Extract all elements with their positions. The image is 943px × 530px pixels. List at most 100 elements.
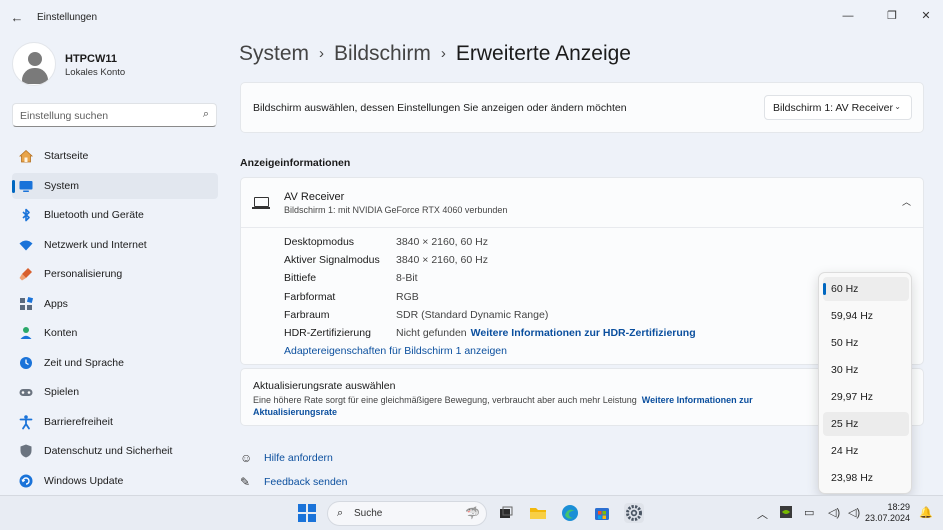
option-label: 23,98 Hz	[831, 472, 874, 484]
sidebar-item-label: Apps	[44, 297, 68, 310]
info-key: Bittiefe	[284, 272, 317, 285]
help-label: Hilfe anfordern	[264, 452, 333, 464]
taskbar-clock[interactable]: 18:29 23.07.2024	[865, 502, 910, 524]
search-input[interactable]	[20, 108, 190, 123]
sidebar-item-zeit-sprache[interactable]: Zeit und Sprache	[12, 350, 218, 376]
update-icon	[18, 473, 34, 489]
windows-logo-icon	[308, 514, 316, 522]
sidebar-item-konten[interactable]: Konten	[12, 320, 218, 346]
chevron-right-icon: ›	[319, 45, 325, 62]
adapter-properties-link[interactable]: Adaptereigenschaften für Bildschirm 1 an…	[284, 345, 507, 357]
globe-clock-icon	[18, 355, 34, 371]
volume-icon[interactable]: ◁)	[828, 506, 840, 519]
sidebar-item-label: Personalisierung	[44, 268, 123, 280]
display-dropdown[interactable]: Bildschirm 1: AV Receiver ⌄	[764, 95, 912, 120]
windows-logo-icon	[298, 514, 306, 522]
bluetooth-icon	[18, 207, 34, 223]
search-icon[interactable]: ⌕	[203, 108, 209, 121]
sidebar-item-label: Spielen	[44, 386, 80, 398]
hdr-info-link[interactable]: Weitere Informationen zur HDR-Zertifizie…	[471, 327, 696, 339]
hdr-status: Nicht gefunden	[396, 326, 467, 339]
display-info-header[interactable]: AV Receiver Bildschirm 1: mit NVIDIA GeF…	[241, 178, 923, 228]
option-label: 50 Hz	[831, 337, 859, 349]
task-view-icon[interactable]	[496, 503, 516, 523]
chevron-down-icon: ⌄	[894, 102, 901, 111]
display-device-connection: Bildschirm 1: mit NVIDIA GeForce RTX 406…	[284, 205, 508, 215]
page-title: Erweiterte Anzeige	[455, 42, 631, 65]
start-button[interactable]	[298, 504, 316, 522]
brush-icon	[18, 266, 34, 282]
display-device-name: AV Receiver	[284, 191, 345, 203]
refresh-option-29-97[interactable]: 29,97 Hz	[823, 385, 909, 409]
settings-search[interactable]: ⌕	[12, 103, 217, 127]
app-title: Einstellungen	[37, 12, 98, 23]
chevron-up-icon[interactable]: ︿	[902, 195, 911, 208]
chevron-right-icon: ›	[440, 45, 446, 62]
option-label: 59,94 Hz	[831, 310, 874, 322]
sidebar-item-label: Netzwerk und Internet	[44, 238, 147, 251]
clock-time: 18:29	[887, 502, 910, 512]
taskbar-search-label: Suche	[354, 508, 383, 519]
file-explorer-icon[interactable]	[528, 503, 548, 523]
sidebar-item-datenschutz[interactable]: Datenschutz und Sicherheit	[12, 438, 218, 464]
option-label: 24 Hz	[831, 445, 859, 457]
profile-name: HTPCW11	[65, 53, 117, 65]
avatar-body-icon	[22, 68, 48, 84]
sidebar-item-personalisierung[interactable]: Personalisierung	[12, 261, 218, 287]
breadcrumb-bildschirm[interactable]: Bildschirm	[334, 42, 431, 65]
sidebar-item-apps[interactable]: Apps	[12, 291, 218, 317]
sidebar-item-system[interactable]: System	[12, 172, 218, 199]
maximize-button[interactable]: ❐	[880, 6, 904, 26]
display-select-label: Bildschirm auswählen, dessen Einstellung…	[253, 102, 627, 114]
sidebar-item-barrierefreiheit[interactable]: Barrierefreiheit	[12, 409, 218, 435]
sidebar-item-network[interactable]: Netzwerk und Internet	[12, 232, 218, 258]
info-value: 3840 × 2160, 60 Hz	[396, 236, 488, 248]
option-label: 60 Hz	[831, 283, 859, 295]
sidebar-item-label: Startseite	[44, 150, 89, 162]
info-key: Farbformat	[284, 290, 336, 303]
accessibility-icon	[18, 414, 34, 430]
refresh-option-59-94[interactable]: 59,94 Hz	[823, 304, 909, 328]
option-label: 29,97 Hz	[831, 391, 874, 403]
search-icon: ⌕	[337, 507, 344, 519]
refresh-option-60[interactable]: 60 Hz	[823, 277, 909, 301]
wifi-icon	[18, 237, 34, 253]
network-icon[interactable]: ▭	[804, 506, 814, 519]
sidebar-item-label: System	[44, 179, 80, 192]
info-key: Farbraum	[284, 308, 330, 321]
sidebar-item-windows-update[interactable]: Windows Update	[12, 468, 218, 494]
feedback-icon: ✎	[240, 475, 251, 489]
settings-gear-icon[interactable]	[624, 503, 644, 523]
chevron-up-icon[interactable]: ︿	[757, 506, 768, 522]
monitor-icon	[252, 197, 270, 209]
refresh-option-50[interactable]: 50 Hz	[823, 331, 909, 355]
sidebar-item-bluetooth[interactable]: Bluetooth und Geräte	[12, 202, 218, 228]
refresh-rate-desc-text: Eine höhere Rate sorgt für eine gleichmä…	[253, 395, 637, 405]
refresh-rate-description: Eine höhere Rate sorgt für eine gleichmä…	[253, 394, 773, 418]
refresh-option-24[interactable]: 24 Hz	[823, 439, 909, 463]
back-button[interactable]: ←	[8, 9, 26, 27]
display-dropdown-value: Bildschirm 1: AV Receiver	[773, 102, 894, 114]
edge-browser-icon[interactable]	[560, 503, 580, 523]
refresh-option-25[interactable]: 25 Hz	[823, 412, 909, 436]
store-icon[interactable]	[592, 503, 612, 523]
account-icon	[18, 325, 34, 341]
taskbar-search[interactable]: ⌕ Suche 🦈	[327, 501, 487, 526]
nvidia-tray-icon[interactable]	[780, 506, 792, 521]
sidebar-item-spielen[interactable]: Spielen	[12, 379, 218, 405]
notification-bell-icon[interactable]: 🔔	[919, 506, 933, 519]
minimize-button[interactable]: —	[836, 6, 860, 26]
info-key: HDR-Zertifizierung	[284, 326, 371, 339]
search-highlight-icon: 🦈	[465, 506, 480, 520]
sidebar-item-startseite[interactable]: Startseite	[12, 143, 218, 169]
windows-logo-icon	[308, 504, 316, 512]
refresh-option-30[interactable]: 30 Hz	[823, 358, 909, 382]
shield-icon	[18, 443, 34, 459]
windows-logo-icon	[298, 504, 306, 512]
refresh-option-23-98[interactable]: 23,98 Hz	[823, 466, 909, 490]
sidebar-item-label: Datenschutz und Sicherheit	[44, 445, 173, 457]
speaker-icon[interactable]: ◁)	[848, 506, 860, 519]
breadcrumb-system[interactable]: System	[239, 42, 309, 65]
title-bar: ← Einstellungen — ❐ ✕	[0, 0, 943, 36]
close-button[interactable]: ✕	[914, 6, 938, 26]
